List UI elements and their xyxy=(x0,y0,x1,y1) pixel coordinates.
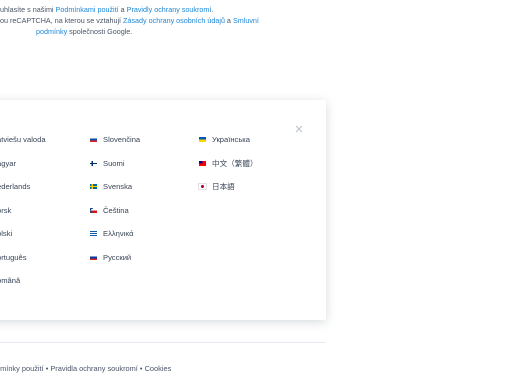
legal-text: bou reCAPTCHA, na kterou se vztahují xyxy=(0,16,124,25)
language-option-label: Ελληνικά xyxy=(103,229,134,239)
close-button[interactable] xyxy=(294,121,304,133)
page: ouhlasíte s našimi Podmínkami použití a … xyxy=(0,0,512,384)
legal-text: společnosti Google. xyxy=(67,27,133,36)
google-terms-link[interactable]: Smluvní xyxy=(233,16,259,25)
legal-line-3: podmínky společnosti Google. xyxy=(36,26,300,37)
language-option-label: Čeština xyxy=(103,205,129,215)
language-option-label: olski xyxy=(0,229,13,239)
language-column-1: atviešu valoda agyar ederlands orsk olski ort… xyxy=(0,128,46,293)
language-option-gr[interactable]: Ελληνικά xyxy=(90,222,140,246)
language-option-ua[interactable]: Українська xyxy=(199,128,258,152)
footer-links: dmínky použití • Pravidla ochrany soukro… xyxy=(0,364,171,373)
footer-separator: • xyxy=(137,364,145,373)
flag-se-icon xyxy=(90,184,97,190)
language-option-label: 中文（繁體） xyxy=(212,158,258,168)
close-icon xyxy=(295,125,303,133)
legal-notice: ouhlasíte s našimi Podmínkami použití a … xyxy=(0,4,300,37)
flag-sk-icon xyxy=(90,137,97,143)
flag-gr-icon xyxy=(90,231,97,237)
language-option-se[interactable]: Svenska xyxy=(90,175,140,199)
flag-jp-icon xyxy=(198,183,207,191)
language-option-label: Suomi xyxy=(103,158,125,168)
language-column-2: Slovenčina Suomi Svenska Čeština Ελληνικά Рус… xyxy=(90,128,140,269)
language-option-lv[interactable]: atviešu valoda xyxy=(0,128,46,152)
legal-line-1: ouhlasíte s našimi Podmínkami použití a … xyxy=(0,4,300,15)
language-option-no[interactable]: orsk xyxy=(0,199,46,223)
google-privacy-link[interactable]: Zásady ochrany osobních údajů xyxy=(123,16,225,25)
language-option-label: Українська xyxy=(212,135,251,145)
flag-ua-icon xyxy=(199,137,206,143)
legal-line-2: bou reCAPTCHA, na kterou se vztahují Zás… xyxy=(0,15,300,26)
privacy-link[interactable]: Pravidly ochrany soukromí xyxy=(127,5,212,14)
footer-cookies-link[interactable]: Cookies xyxy=(145,364,172,373)
language-option-jp[interactable]: 日本語 xyxy=(198,175,258,199)
language-option-label: ortuguês xyxy=(0,252,27,262)
flag-fi-icon xyxy=(90,160,97,166)
flag-ru-icon xyxy=(90,254,97,260)
language-option-pl[interactable]: olski xyxy=(0,222,46,246)
language-option-nl[interactable]: ederlands xyxy=(0,175,46,199)
footer-divider xyxy=(0,342,326,343)
legal-text: a xyxy=(118,5,127,14)
language-option-ro[interactable]: omână xyxy=(0,269,46,293)
language-column-3: Українська 中文（繁體） 日本語 xyxy=(198,128,258,199)
language-option-label: Русский xyxy=(103,252,132,262)
language-option-label: omână xyxy=(0,276,21,286)
language-option-label: ederlands xyxy=(0,182,31,192)
flag-cz-icon xyxy=(90,207,97,213)
footer-privacy-link[interactable]: Pravidla ochrany soukromí xyxy=(50,364,138,373)
language-option-pt[interactable]: ortuguês xyxy=(0,246,46,270)
legal-text: . xyxy=(211,5,214,14)
legal-text: ouhlasíte s našimi xyxy=(0,5,56,14)
language-option-label: atviešu valoda xyxy=(0,135,46,145)
language-option-ru[interactable]: Русский xyxy=(90,246,140,270)
footer-terms-link[interactable]: dmínky použití xyxy=(0,364,44,373)
legal-text: a xyxy=(224,16,233,25)
language-option-label: orsk xyxy=(0,205,12,215)
language-option-label: agyar xyxy=(0,158,16,168)
language-option-hu[interactable]: agyar xyxy=(0,152,46,176)
language-option-cz[interactable]: Čeština xyxy=(90,199,140,223)
google-terms-link-cont[interactable]: podmínky xyxy=(36,27,67,36)
language-option-label: 日本語 xyxy=(212,182,235,192)
language-option-label: Slovenčina xyxy=(103,135,141,145)
language-option-label: Svenska xyxy=(103,182,133,192)
flag-tw-icon xyxy=(199,160,206,166)
language-picker-modal: atviešu valoda agyar ederlands orsk olski ort… xyxy=(0,100,326,320)
terms-link[interactable]: Podmínkami použití xyxy=(56,5,119,14)
language-option-tw[interactable]: 中文（繁體） xyxy=(199,152,258,176)
language-option-fi[interactable]: Suomi xyxy=(90,152,140,176)
language-option-sk[interactable]: Slovenčina xyxy=(90,128,140,152)
